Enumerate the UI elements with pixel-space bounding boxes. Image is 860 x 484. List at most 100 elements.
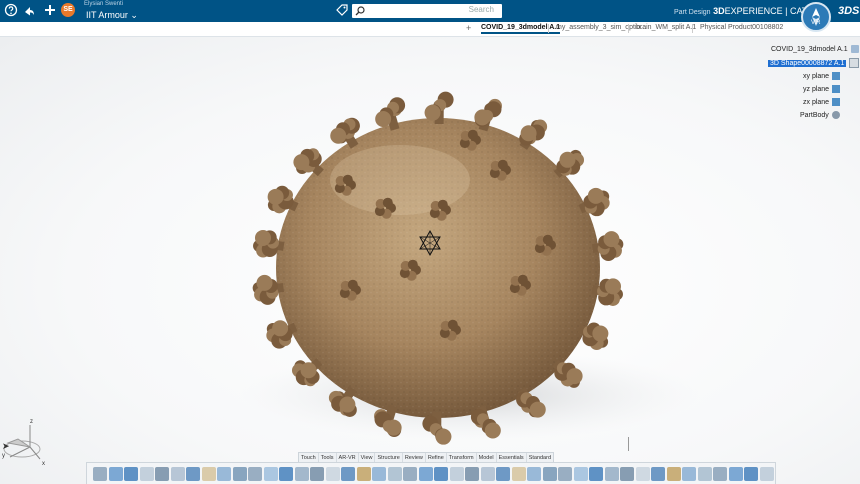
material-icon[interactable]: [418, 467, 433, 481]
draft-icon[interactable]: [232, 467, 247, 481]
chevron-down-icon: ⌄: [130, 10, 138, 20]
tab-separator: [692, 24, 693, 33]
snap-icon[interactable]: [449, 467, 464, 481]
partbody-icon: [831, 111, 840, 119]
search-icon[interactable]: [355, 6, 365, 16]
shape-icon[interactable]: [124, 467, 138, 481]
tree-item-yz-plane[interactable]: yz plane: [803, 84, 841, 94]
add-icon[interactable]: [43, 3, 57, 17]
axis-icon[interactable]: [511, 467, 526, 481]
tree-item-label: 3D Shape00008872 A.1: [768, 59, 847, 67]
render-icon[interactable]: [403, 467, 417, 481]
chamfer-icon[interactable]: [217, 467, 231, 481]
search-input[interactable]: Search: [352, 4, 502, 18]
pattern-icon[interactable]: [356, 467, 371, 481]
revolve-icon[interactable]: [186, 467, 200, 481]
translate-icon[interactable]: [620, 467, 634, 481]
hole-icon[interactable]: [279, 467, 293, 481]
user-name-label: IIT Armour: [86, 10, 128, 20]
line-icon[interactable]: [465, 467, 479, 481]
cursor-icon: ➤: [2, 441, 10, 451]
avatar[interactable]: SE: [61, 3, 75, 17]
tree-item-xy-plane[interactable]: xy plane: [803, 71, 841, 81]
tab-physical-product[interactable]: Physical Product00108802: [700, 24, 783, 31]
add-tab-button[interactable]: +: [466, 23, 471, 33]
rib-icon[interactable]: [294, 467, 309, 481]
app-brand: Part Design 3DEXPERIENCE | CATIA: [674, 6, 816, 16]
shape-icon: [849, 58, 860, 68]
rotate-icon[interactable]: [635, 467, 650, 481]
spike-protein: [474, 98, 502, 132]
axis-x-label: x: [42, 461, 45, 467]
spike-protein: [266, 320, 298, 349]
tree-item-zx-plane[interactable]: zx plane: [803, 97, 841, 107]
search-placeholder: Search: [468, 5, 494, 14]
spike-protein: [577, 322, 609, 351]
tab-brain[interactable]: brain_WM_split A.1: [636, 24, 696, 31]
cut-icon[interactable]: [713, 467, 727, 481]
thickness-icon[interactable]: [263, 467, 278, 481]
fillet-icon[interactable]: [201, 467, 216, 481]
tree-item-partbody[interactable]: PartBody: [800, 110, 840, 120]
sketch-icon[interactable]: [759, 467, 774, 481]
axis-z-label: z: [30, 419, 33, 425]
viewport-divider: [628, 437, 629, 451]
spike-protein: [578, 187, 610, 217]
compass-icon[interactable]: V.R: [801, 2, 831, 32]
tree-item-label: yz plane: [803, 85, 830, 93]
plane-icon: [832, 72, 841, 80]
plane-icon[interactable]: [480, 467, 495, 481]
brand-3d: 3D: [713, 6, 725, 16]
action-bar: [86, 462, 776, 484]
shell-icon[interactable]: [248, 467, 262, 481]
tab-separator: [548, 24, 549, 33]
tree-root-label: COVID_19_3dmodel A.1: [771, 45, 848, 53]
product-icon: [850, 45, 859, 53]
color-icon[interactable]: [682, 467, 696, 481]
app-name: Part Design: [674, 9, 711, 16]
boolean-icon[interactable]: [589, 467, 603, 481]
mirror-icon[interactable]: [341, 467, 355, 481]
update-icon[interactable]: [558, 467, 572, 481]
split-icon[interactable]: [651, 467, 665, 481]
user-name[interactable]: IIT Armour ⌄: [86, 10, 138, 21]
more-icon[interactable]: [697, 467, 712, 481]
share-icon[interactable]: [22, 3, 36, 17]
compose-icon[interactable]: [573, 467, 588, 481]
sketch-icon[interactable]: [139, 467, 154, 481]
tag-icon[interactable]: [336, 4, 348, 16]
loft-icon[interactable]: [325, 467, 340, 481]
spike-protein: [519, 119, 548, 150]
slot-icon[interactable]: [310, 467, 324, 481]
ds-logo[interactable]: 3DS: [838, 5, 859, 17]
view-icon[interactable]: [434, 467, 448, 481]
scale-icon[interactable]: [604, 467, 619, 481]
tree-item-label: xy plane: [803, 72, 830, 80]
point-icon[interactable]: [496, 467, 510, 481]
hide-icon[interactable]: [542, 467, 557, 481]
section-icon[interactable]: [387, 467, 402, 481]
extrude-icon[interactable]: [155, 467, 169, 481]
help-icon[interactable]: [4, 3, 18, 17]
pocket-icon[interactable]: [170, 467, 185, 481]
user-subtitle: Elysian Swenti: [84, 1, 124, 7]
compass-version: V.R: [811, 20, 821, 26]
top-bar: SE Elysian Swenti IIT Armour ⌄ Search Pa…: [0, 0, 860, 22]
measure-icon[interactable]: [372, 467, 386, 481]
plane-icon: [832, 98, 841, 106]
tab-assembly[interactable]: my_assembly_3_sim_optio...: [556, 24, 646, 31]
group-icon[interactable]: [527, 467, 541, 481]
axis-y-label: y: [2, 453, 5, 459]
shape-icon[interactable]: [744, 467, 758, 481]
3d-viewport[interactable]: z y x ➤: [0, 37, 860, 484]
tab-separator: [628, 24, 629, 33]
spike-protein: [267, 185, 299, 214]
tree-root[interactable]: COVID_19_3dmodel A.1: [771, 44, 859, 54]
tree-item-3d-shape[interactable]: 3D Shape00008872 A.1: [768, 58, 860, 68]
tree-item-label: PartBody: [800, 111, 829, 119]
undo-icon[interactable]: [728, 467, 743, 481]
undo-icon[interactable]: [108, 467, 123, 481]
cut-icon[interactable]: [93, 467, 107, 481]
virus-model[interactable]: [0, 37, 860, 484]
trim-icon[interactable]: [666, 467, 681, 481]
